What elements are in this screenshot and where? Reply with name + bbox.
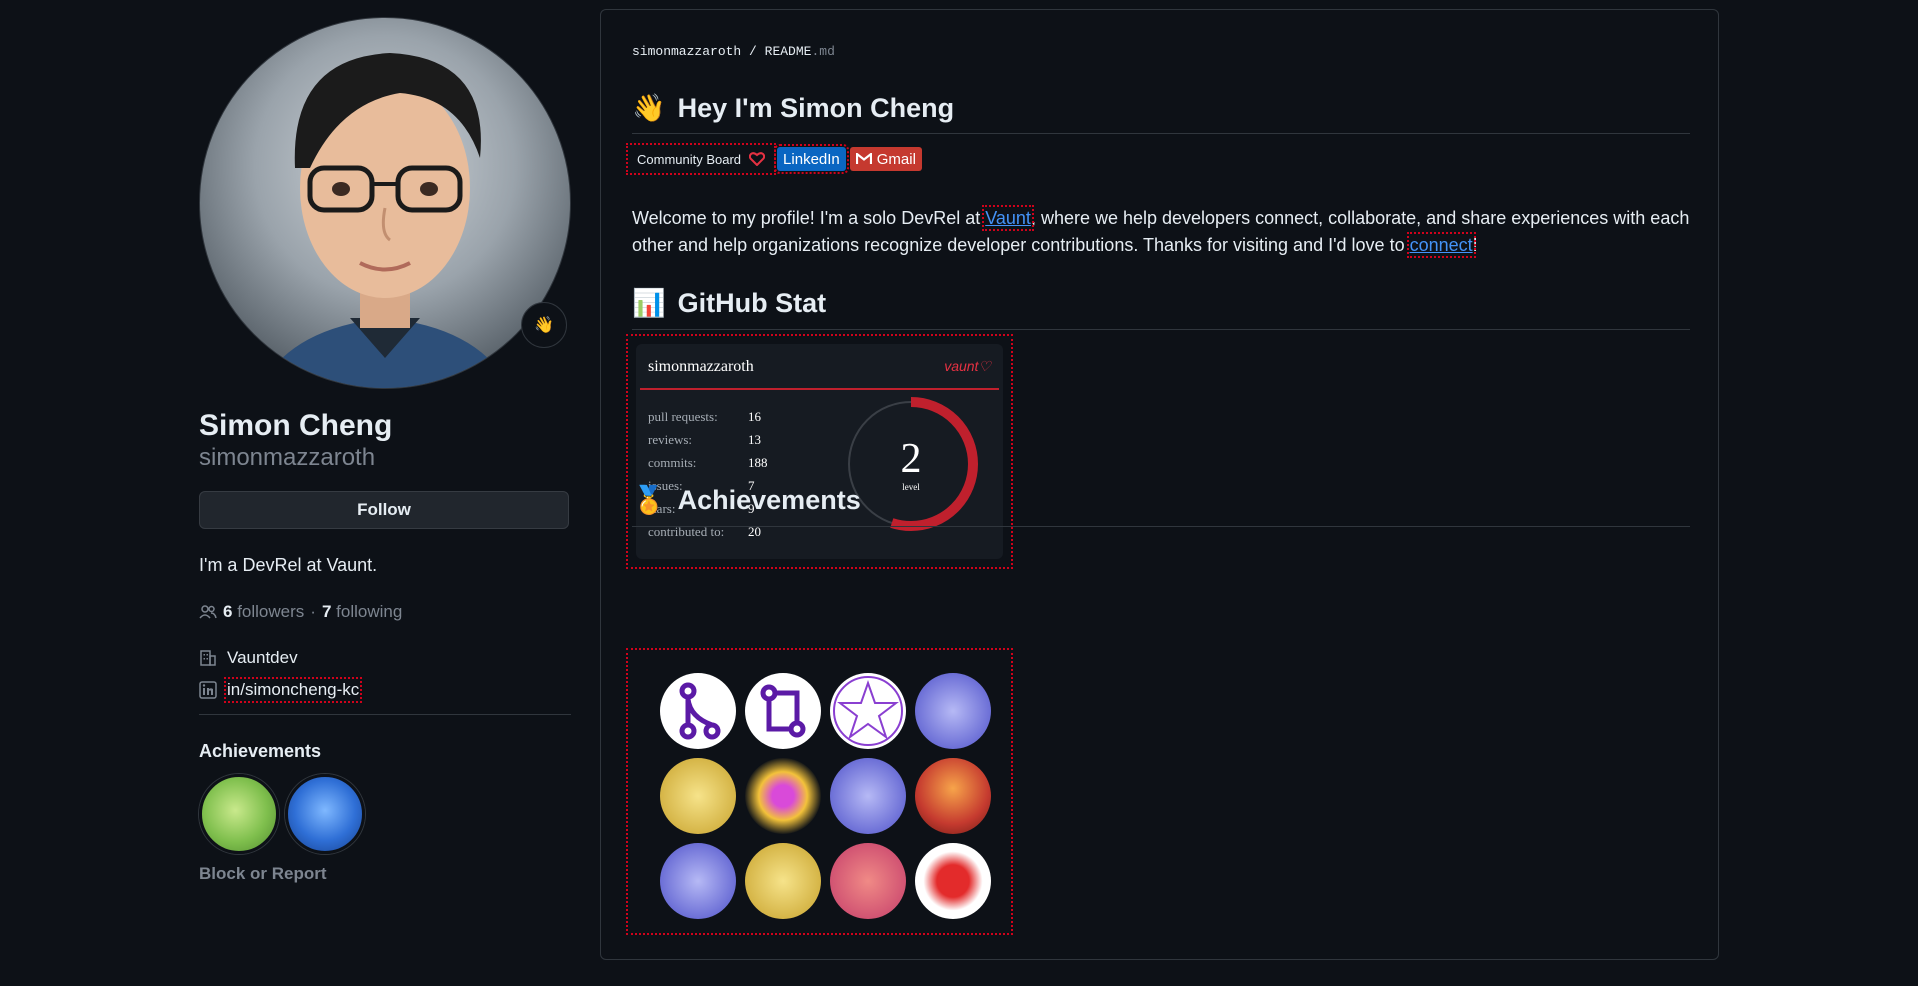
divider [199,714,571,715]
waving-hand-icon: 👋 [632,93,666,123]
breadcrumb-separator: / [749,44,757,59]
achievements-grid [626,648,1013,935]
readme-heading-main: 👋 Hey I'm Simon Cheng [632,92,954,124]
star-icon [833,676,903,746]
profile-bio: I'm a DevRel at Vaunt. [199,555,378,575]
heart-drink-badge-icon[interactable] [915,758,991,834]
profile-name: Simon Cheng [199,409,393,442]
medal-icon: 🏅 [632,485,666,515]
badge-row: Community Board LinkedIn Gmail [625,143,922,175]
pull-shark-badge-icon[interactable] [285,774,365,854]
astronaut-badge-icon[interactable] [660,843,736,919]
stat-value: 13 [748,431,761,447]
breadcrumb-file[interactable]: README [765,44,812,59]
community-board-badge[interactable]: Community Board [625,143,777,175]
red-flower-badge-icon[interactable] [915,843,991,919]
stat-label: commits: [648,454,697,470]
heading-rule [632,133,1690,134]
merge-badge-icon[interactable] [660,673,736,749]
gmail-badge[interactable]: Gmail [849,147,922,171]
gold-coin-badge-icon[interactable] [660,758,736,834]
astronaut-badge-icon[interactable] [830,758,906,834]
stat-table: pull requests: 16 reviews: 13 commits: 188 iss… [648,405,768,543]
follow-button[interactable]: Follow [199,491,569,529]
stat-label: reviews: [648,431,693,447]
gmail-icon [855,153,872,164]
readme-heading-stats: 📊 GitHub Stat [632,287,826,319]
achievements-heading: Achievements [199,741,322,761]
gmail-label: Gmail [876,150,916,168]
stat-label: pull requests: [648,408,718,424]
avatar-illustration [260,53,510,388]
bottle-badge-icon[interactable] [830,843,906,919]
breadcrumb-user[interactable]: simonmazzaroth [632,44,741,59]
vaunt-logo: vaunt♡ [944,358,991,374]
heading-stats-text: GitHub Stat [677,287,827,318]
avatar-container: 👋 [199,17,571,389]
readme-breadcrumb: simonmazzaroth / README.md [632,44,835,59]
pull-request-icon [760,684,806,738]
readme-heading-achievements: 🏅 Achievements [632,484,861,516]
level-label: level [902,482,920,492]
separator: · [310,602,316,621]
readme-panel: simonmazzaroth / README.md 👋 Hey I'm Sim… [600,9,1719,960]
block-or-report-link[interactable]: Block or Report [199,864,571,884]
following-link[interactable]: 7 following [322,602,402,622]
organization-name: Vauntdev [227,648,298,667]
followers-count: 6 [223,602,233,621]
linkedin-icon [199,681,217,699]
profile-login: simonmazzaroth [199,444,376,471]
github-stat-card[interactable]: simonmazzaroth vaunt♡ pull requests: 16 re… [626,334,1013,569]
breadcrumb-ext: .md [811,44,835,59]
pair-extraordinaire-badge-icon[interactable] [199,774,279,854]
star-badge-icon[interactable] [830,673,906,749]
astronaut-badge-icon[interactable] [915,673,991,749]
heading-rule [632,526,1690,527]
followers-row: 6 followers · 7 following [199,602,571,622]
vaunt-link[interactable]: Vaunt [982,205,1034,231]
bar-chart-icon: 📊 [632,288,666,318]
status-waving-hand-icon[interactable]: 👋 [521,302,567,348]
level-value: 2 [901,436,922,482]
following-count: 7 [321,602,332,621]
linkedin-row: in/simoncheng-kc [199,677,571,703]
merge-icon [679,682,721,740]
stat-row: pull requests: 16 [648,405,768,428]
profile-sidebar: 👋 Simon Cheng simonmazzaroth Follow I'm … [199,17,571,884]
gold-coin-badge-icon[interactable] [745,843,821,919]
avatar[interactable] [199,17,571,389]
intro-paragraph: Welcome to my profile! I'm a solo DevRel… [632,205,1690,259]
stat-value: 188 [748,454,768,470]
people-icon [199,605,217,619]
pull-request-badge-icon[interactable] [745,673,821,749]
achievement-badges [199,774,571,854]
followers-link[interactable]: 6 followers [223,602,304,622]
heart-icon [749,152,766,166]
linkedin-link[interactable]: in/simoncheng-kc [223,677,363,703]
crown-star-badge-icon[interactable] [745,758,821,834]
heading-rule [632,329,1690,330]
heading-achievements-text: Achievements [677,484,861,515]
intro-text-3: ! [1472,235,1478,255]
stat-row: reviews: 13 [648,428,768,451]
community-board-label: Community Board [637,151,742,167]
stat-row: commits: 188 [648,451,768,474]
linkedin-badge[interactable]: LinkedIn [774,144,849,174]
stat-value: 16 [748,408,761,424]
stat-card-user: simonmazzaroth [648,358,754,375]
organization-icon [200,650,216,666]
stat-card-divider [640,388,999,390]
organization-row: Vauntdev [199,648,571,668]
stat-row: contributed to: 20 [648,520,768,543]
following-label: following [336,602,403,621]
level-ring: 2 level [844,397,978,531]
followers-label: followers [237,602,305,621]
heading-main-text: Hey I'm Simon Cheng [677,92,955,123]
intro-text-1: Welcome to my profile! I'm a solo DevRel… [632,208,986,228]
connect-link[interactable]: connect [1406,232,1476,258]
